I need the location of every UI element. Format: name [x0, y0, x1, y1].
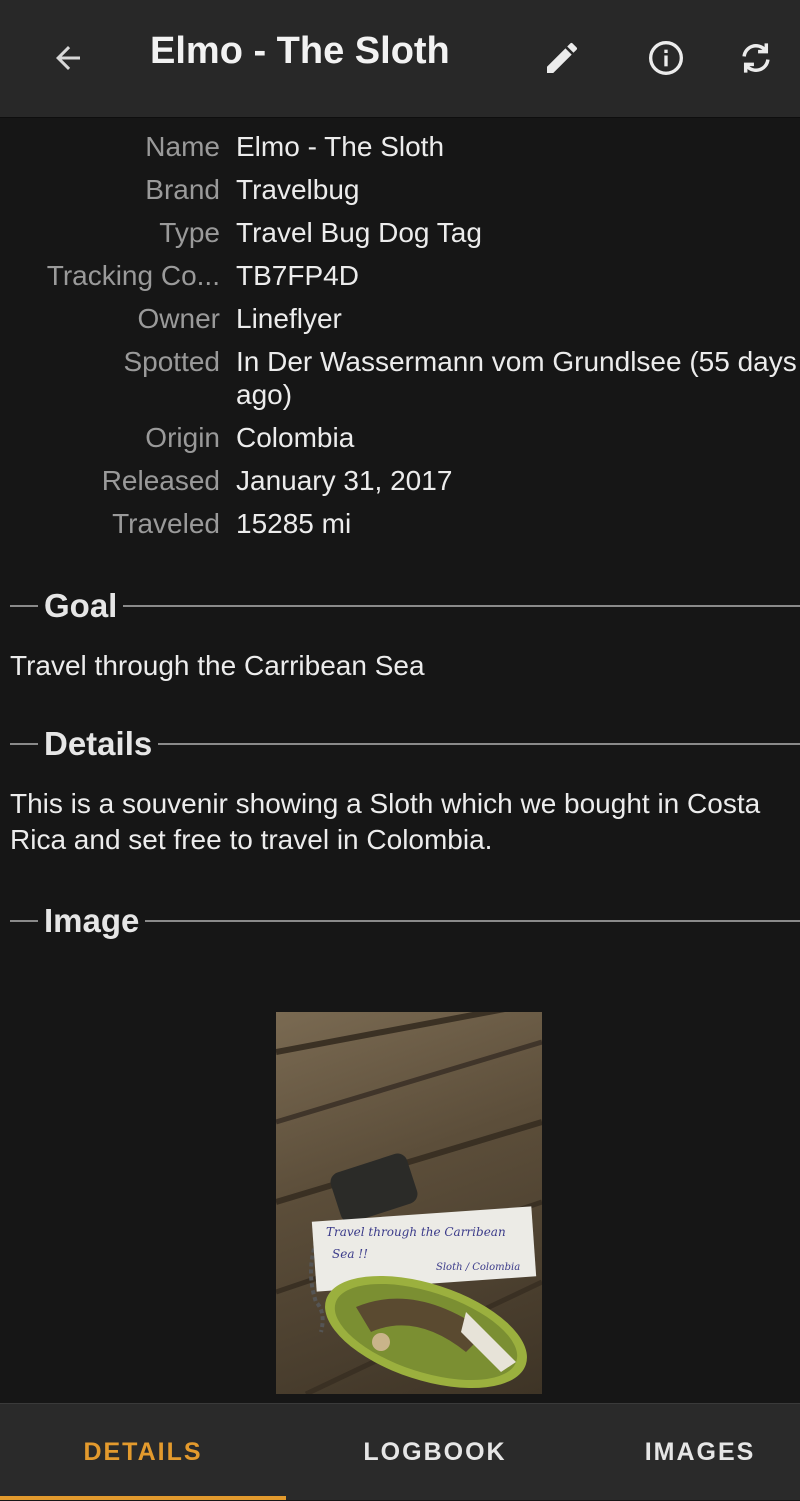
detail-label: Owner — [137, 303, 220, 334]
detail-label: Spotted — [123, 346, 220, 377]
detail-row-origin: Origin Colombia — [0, 421, 800, 454]
note-text: Sea !! — [332, 1247, 368, 1261]
section-title: Image — [44, 902, 140, 939]
divider — [10, 605, 38, 607]
active-tab-indicator — [0, 1496, 286, 1500]
info-circle-icon — [649, 41, 683, 75]
description-section-header: Details — [0, 722, 800, 766]
divider — [145, 920, 800, 922]
detail-label: Origin — [145, 422, 220, 453]
tab-logbook[interactable]: LOGBOOK — [290, 1404, 580, 1501]
detail-value: Colombia — [236, 422, 355, 453]
detail-label: Traveled — [112, 508, 220, 539]
detail-row-traveled: Traveled 15285 mi — [0, 507, 800, 540]
detail-row-brand: Brand Travelbug — [0, 173, 800, 206]
detail-row-type: Type Travel Bug Dog Tag — [0, 216, 800, 249]
back-button[interactable] — [32, 22, 104, 94]
detail-row-spotted: Spotted In Der Wassermann vom Grundlsee … — [0, 345, 800, 411]
detail-row-released: Released January 31, 2017 — [0, 464, 800, 497]
trackable-photo[interactable]: Travel through the Carribean Sea !! Slot… — [276, 1012, 542, 1394]
detail-row-owner: Owner Lineflyer — [0, 302, 800, 335]
detail-value: Travelbug — [236, 174, 360, 205]
pencil-icon — [547, 42, 578, 73]
image-section-header: Image — [0, 899, 800, 943]
goal-section-header: Goal — [0, 584, 800, 628]
goal-text: Travel through the Carribean Sea — [10, 650, 425, 681]
detail-label: Name — [145, 131, 220, 162]
arrow-left-icon — [56, 46, 80, 70]
tab-details[interactable]: DETAILS — [0, 1404, 286, 1501]
detail-value[interactable]: Lineflyer — [220, 302, 800, 335]
bottom-tab-bar: DETAILS LOGBOOK IMAGES — [0, 1403, 800, 1500]
detail-value[interactable]: In Der Wassermann vom Grundlsee (55 days… — [220, 345, 800, 411]
sync-icon — [742, 43, 770, 73]
detail-value: Elmo - The Sloth — [236, 131, 445, 162]
detail-label: Tracking Co... — [46, 260, 220, 291]
section-title: Details — [44, 725, 153, 762]
refresh-button[interactable] — [720, 22, 792, 94]
tab-images[interactable]: IMAGES — [600, 1404, 800, 1501]
detail-value: Travel Bug Dog Tag — [236, 217, 482, 248]
detail-label: Brand — [145, 174, 220, 205]
note-text: Sloth / Colombia — [436, 1262, 520, 1273]
photo-illustration: Travel through the Carribean Sea !! Slot… — [276, 1012, 542, 1394]
page-title: Elmo - The Sloth — [150, 30, 450, 72]
detail-label: Released — [101, 465, 220, 496]
edit-button[interactable] — [526, 22, 598, 94]
divider — [10, 743, 38, 745]
note-text: Travel through the Carribean — [326, 1225, 506, 1239]
detail-row-tracking-code: Tracking Co... TB7FP4D — [0, 259, 800, 292]
info-button[interactable] — [630, 22, 702, 94]
detail-row-name: Name Elmo - The Sloth — [0, 130, 800, 163]
divider — [158, 743, 800, 745]
section-title: Goal — [44, 587, 118, 624]
description-text: This is a souvenir showing a Sloth which… — [10, 788, 761, 855]
trackable-details: Name Elmo - The Sloth Brand Travelbug Ty… — [0, 130, 800, 550]
divider — [10, 920, 38, 922]
detail-value: 15285 mi — [236, 508, 352, 539]
detail-label: Type — [159, 217, 220, 248]
detail-value: January 31, 2017 — [236, 465, 453, 496]
detail-value[interactable]: TB7FP4D — [220, 259, 800, 292]
divider — [123, 605, 800, 607]
app-bar: Elmo - The Sloth — [0, 0, 800, 118]
